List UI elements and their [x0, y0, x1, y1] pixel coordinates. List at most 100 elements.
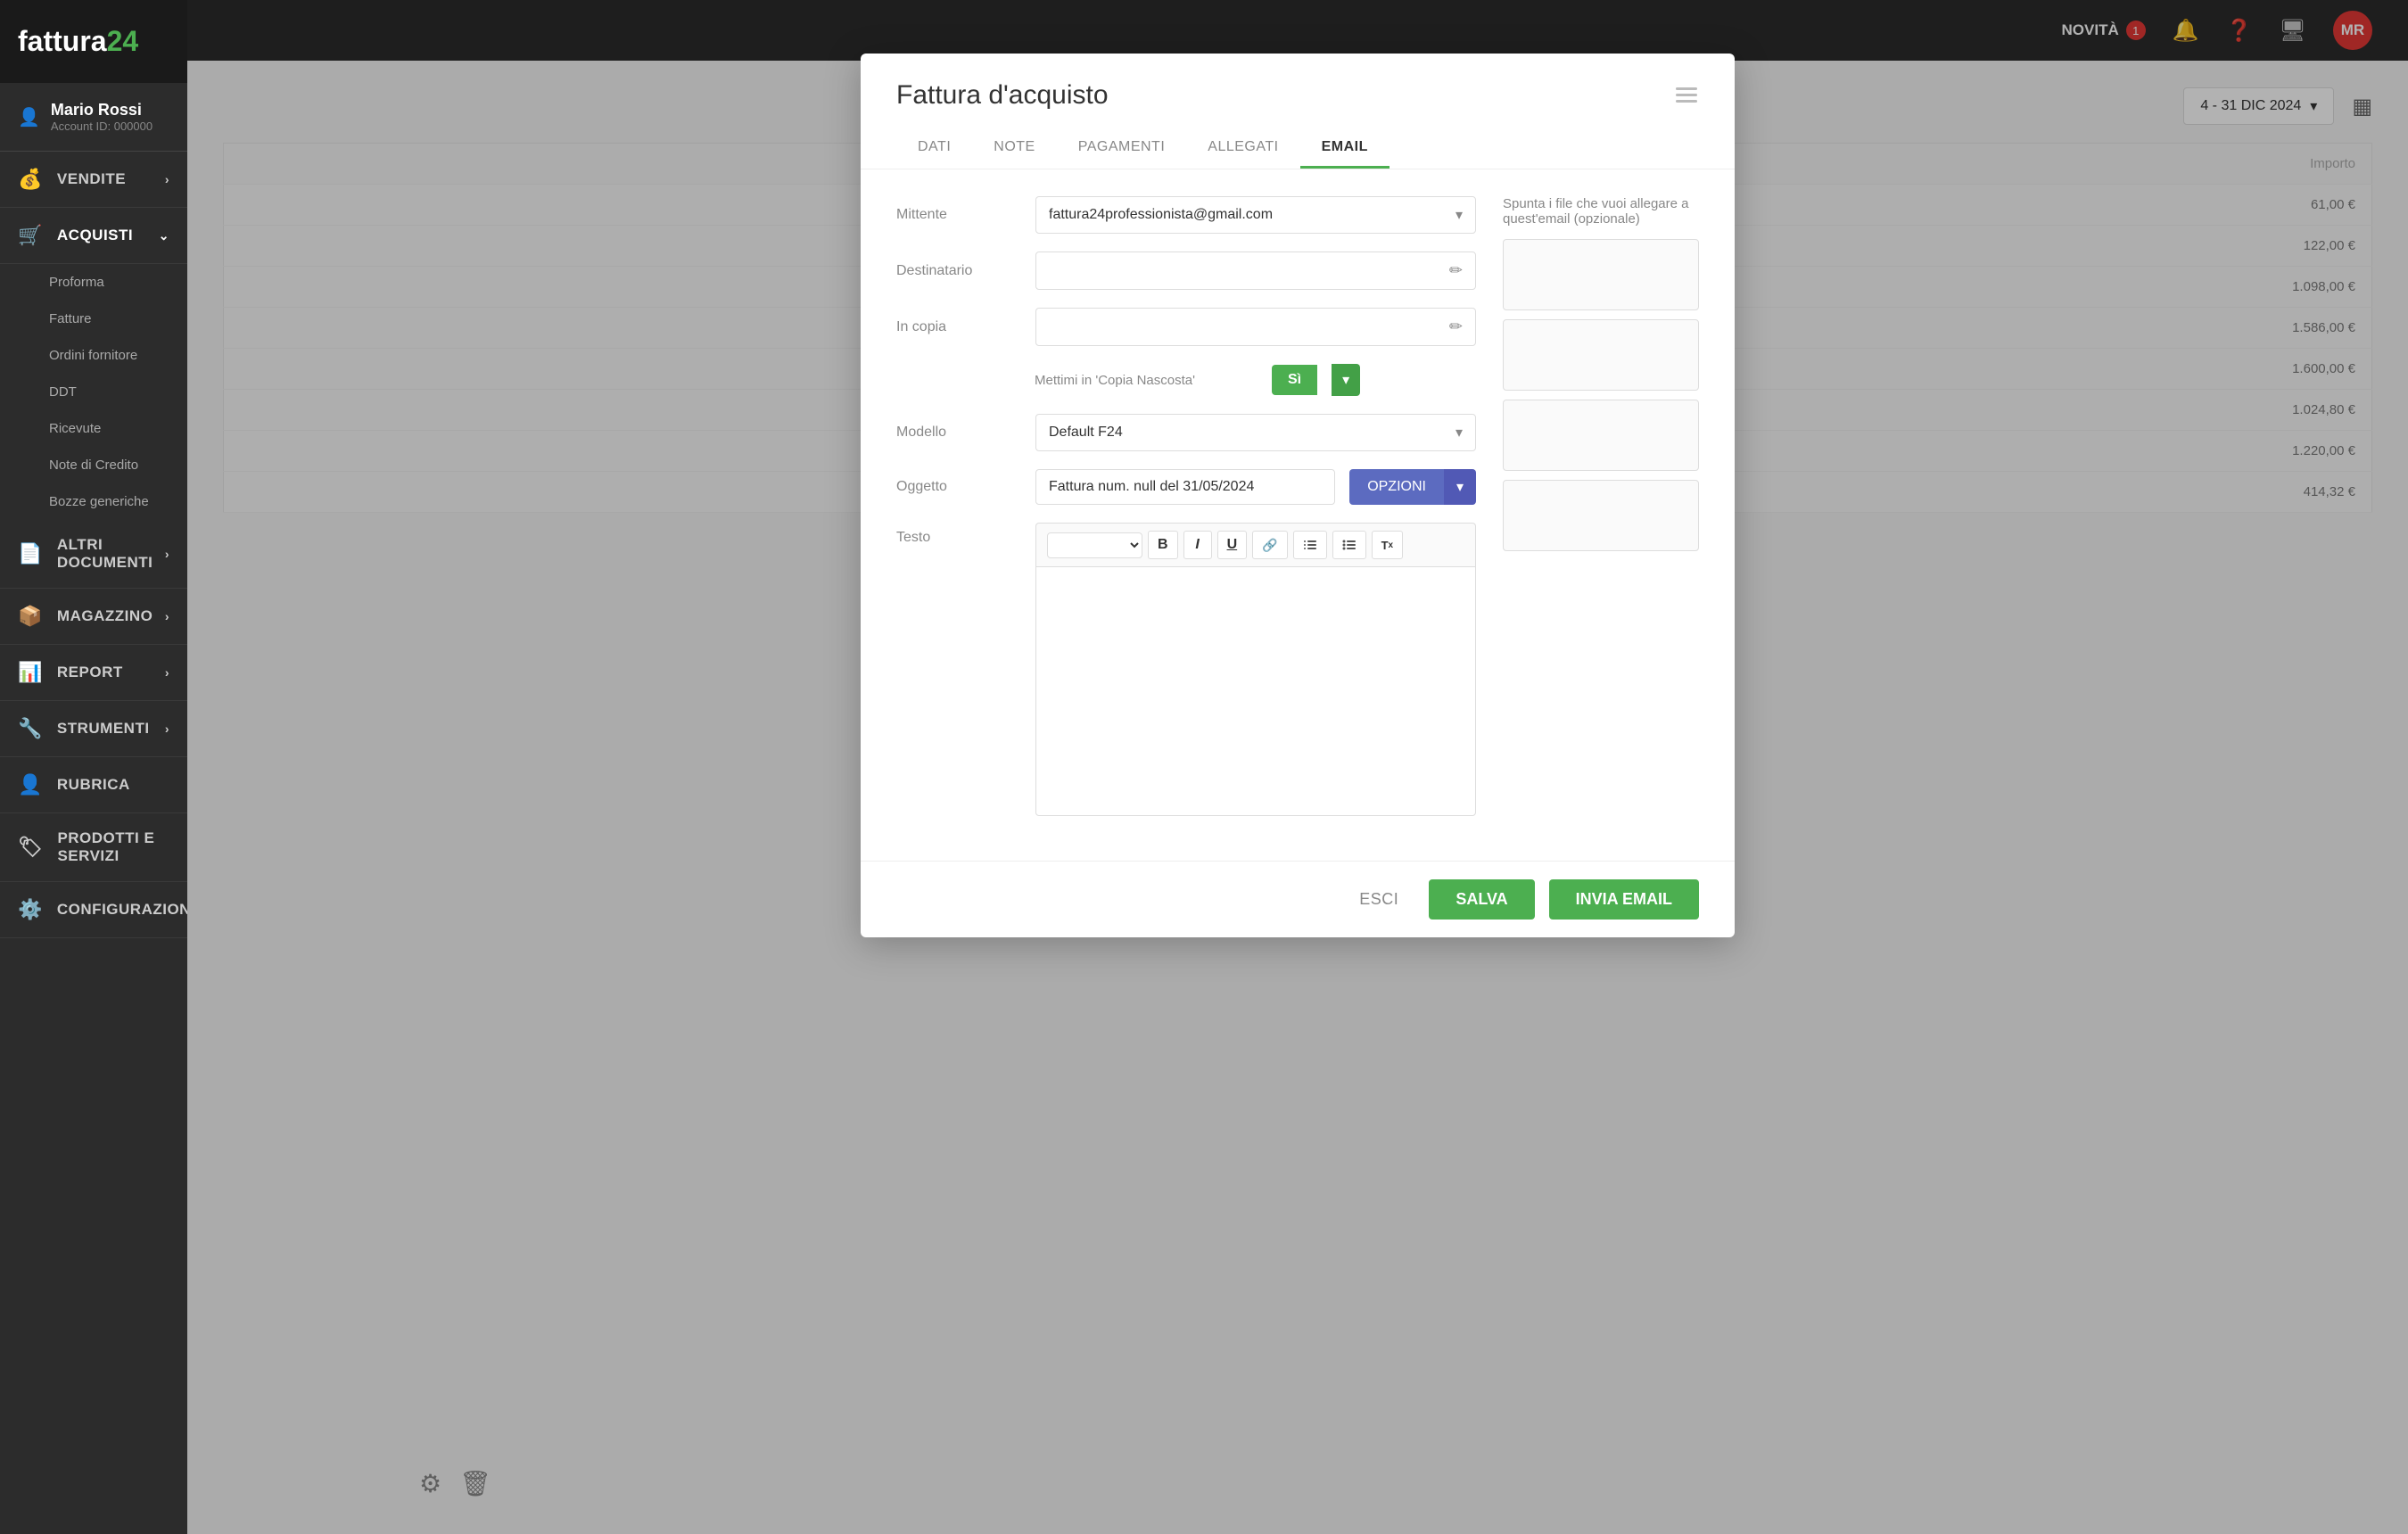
modello-value: Default F24 — [1049, 425, 1123, 441]
clear-format-button[interactable]: Tx — [1372, 531, 1404, 559]
sidebar-item-rubrica[interactable]: 👤 RUBRICA — [0, 757, 187, 813]
esci-button[interactable]: ESCI — [1343, 881, 1414, 918]
testo-row: Testo Normal Heading 1 Heading 2 Heading… — [896, 523, 1476, 816]
chevron-right-icon: › — [165, 609, 169, 623]
sidebar-item-fatture[interactable]: Fatture — [0, 301, 187, 337]
oggetto-label: Oggetto — [896, 479, 1021, 495]
link-button[interactable]: 🔗 — [1252, 531, 1287, 559]
oggetto-row: Oggetto OPZIONI ▾ — [896, 469, 1476, 505]
opzioni-button[interactable]: OPZIONI — [1349, 469, 1444, 505]
modello-select[interactable]: Default F24 ▾ — [1035, 414, 1476, 451]
mittente-row: Mittente fattura24professionista@gmail.c… — [896, 196, 1476, 234]
edit-icon[interactable]: ✏ — [1449, 261, 1463, 280]
main-area: NOVITÀ 1 🔔 ❓ 🖥 MR 4 - 31 DIC 2024 ▾ ▦ — [187, 0, 2408, 1534]
form-section: Mittente fattura24professionista@gmail.c… — [896, 196, 1476, 834]
mittente-select[interactable]: fattura24professionista@gmail.com ▾ — [1035, 196, 1476, 234]
in-copia-input[interactable] — [1049, 319, 1449, 335]
sidebar-item-label: CONFIGURAZIONE — [57, 901, 202, 919]
format-select[interactable]: Normal Heading 1 Heading 2 Heading 3 — [1047, 532, 1142, 558]
report-icon: 📊 — [18, 661, 43, 684]
sidebar-item-acquisti[interactable]: 🛒 ACQUISTI ⌄ — [0, 208, 187, 264]
bold-button[interactable]: B — [1148, 531, 1178, 559]
ordered-list-button[interactable] — [1293, 531, 1327, 559]
modal-title: Fattura d'acquisto — [896, 80, 1390, 111]
sidebar-item-altri-documenti[interactable]: 📄 ALTRI DOCUMENTI › — [0, 520, 187, 589]
tab-dati[interactable]: DATI — [896, 128, 972, 169]
testo-editor-wrapper: Normal Heading 1 Heading 2 Heading 3 B I… — [1035, 523, 1476, 816]
bcc-row: Mettimi in 'Copia Nascosta' Sì ▾ — [1035, 364, 1476, 396]
destinatario-input[interactable] — [1049, 263, 1449, 279]
configurazione-icon: ⚙️ — [18, 898, 43, 921]
destinatario-input-wrapper: ✏ — [1035, 252, 1476, 290]
sidebar-item-report[interactable]: 📊 REPORT › — [0, 645, 187, 701]
sidebar-item-prodotti[interactable]: 🏷 PRODOTTI E SERVIZI — [0, 813, 187, 882]
logo-container: fattura24 — [0, 0, 187, 83]
chevron-down-icon: ⌄ — [159, 228, 169, 243]
destinatario-label: Destinatario — [896, 263, 1021, 279]
unordered-list-button[interactable] — [1332, 531, 1366, 559]
tab-email[interactable]: EMAIL — [1300, 128, 1390, 169]
modal-tabs: DATI NOTE PAGAMENTI ALLEGATI EMAIL — [896, 128, 1390, 169]
modal-overlay: Fattura d'acquisto DATI NOTE PAGAMENTI A… — [187, 0, 2408, 1534]
magazzino-icon: 📦 — [18, 605, 43, 628]
mittente-label: Mittente — [896, 207, 1021, 223]
allegati-boxes — [1503, 239, 1699, 551]
tab-allegati[interactable]: ALLEGATI — [1186, 128, 1299, 169]
modal-header: Fattura d'acquisto DATI NOTE PAGAMENTI A… — [861, 54, 1735, 169]
sidebar-item-ordini-fornitore[interactable]: Ordini fornitore — [0, 337, 187, 374]
in-copia-row: In copia ✏ — [896, 308, 1476, 346]
allegati-hint: Spunta i file che vuoi allegare a quest'… — [1503, 196, 1699, 227]
close-icon[interactable] — [1674, 84, 1699, 115]
allegati-box-2 — [1503, 319, 1699, 391]
chevron-right-icon: › — [165, 172, 169, 186]
invia-email-button[interactable]: INVIA EMAIL — [1549, 879, 1699, 920]
tab-pagamenti[interactable]: PAGAMENTI — [1057, 128, 1187, 169]
sidebar-item-label: RUBRICA — [57, 776, 130, 794]
sidebar-item-label: MAGAZZINO — [57, 607, 153, 625]
sidebar-item-bozze-generiche[interactable]: Bozze generiche — [0, 483, 187, 520]
sidebar-item-label: STRUMENTI — [57, 720, 150, 738]
underline-button[interactable]: U — [1217, 531, 1248, 559]
sidebar-item-note-credito[interactable]: Note di Credito — [0, 447, 187, 483]
modal-footer: ESCI SALVA INVIA EMAIL — [861, 861, 1735, 937]
modello-row: Modello Default F24 ▾ — [896, 414, 1476, 451]
sidebar-item-configurazione[interactable]: ⚙️ CONFIGURAZIONE › — [0, 882, 187, 938]
strumenti-icon: 🔧 — [18, 717, 43, 740]
sidebar-item-magazzino[interactable]: 📦 MAGAZZINO › — [0, 589, 187, 645]
chevron-right-icon: › — [165, 722, 169, 736]
bcc-toggle-button[interactable]: Sì — [1272, 365, 1317, 395]
edit-icon[interactable]: ✏ — [1449, 318, 1463, 336]
prodotti-icon: 🏷 — [18, 836, 43, 859]
sidebar: fattura24 👤 Mario Rossi Account ID: 0000… — [0, 0, 187, 1534]
sidebar-item-label: ALTRI DOCUMENTI — [57, 536, 165, 572]
acquisti-icon: 🛒 — [18, 224, 43, 247]
sidebar-item-vendite[interactable]: 💰 VENDITE › — [0, 152, 187, 208]
opzioni-arrow-button[interactable]: ▾ — [1444, 469, 1476, 505]
allegati-box-1 — [1503, 239, 1699, 310]
chevron-right-icon: › — [165, 665, 169, 680]
italic-button[interactable]: I — [1183, 531, 1212, 559]
salva-button[interactable]: SALVA — [1429, 879, 1534, 920]
testo-toolbar: Normal Heading 1 Heading 2 Heading 3 B I… — [1035, 523, 1476, 566]
sidebar-item-ricevute[interactable]: Ricevute — [0, 410, 187, 447]
sidebar-item-strumenti[interactable]: 🔧 STRUMENTI › — [0, 701, 187, 757]
user-info: 👤 Mario Rossi Account ID: 000000 — [0, 83, 187, 152]
allegati-panel: Spunta i file che vuoi allegare a quest'… — [1503, 196, 1699, 834]
testo-editor[interactable] — [1035, 566, 1476, 816]
altri-documenti-icon: 📄 — [18, 542, 43, 565]
modello-label: Modello — [896, 425, 1021, 441]
sidebar-item-ddt[interactable]: DDT — [0, 374, 187, 410]
allegati-box-4 — [1503, 480, 1699, 551]
user-icon: 👤 — [18, 106, 40, 128]
sidebar-item-label: PRODOTTI E SERVIZI — [57, 829, 169, 865]
sidebar-item-proforma[interactable]: Proforma — [0, 264, 187, 301]
oggetto-input[interactable] — [1035, 469, 1335, 505]
bcc-toggle-arrow-button[interactable]: ▾ — [1332, 364, 1360, 396]
tab-note[interactable]: NOTE — [972, 128, 1056, 169]
chevron-down-icon: ▾ — [1456, 206, 1463, 224]
opzioni-label: OPZIONI — [1367, 479, 1426, 495]
bcc-label: Mettimi in 'Copia Nascosta' — [1035, 373, 1258, 388]
user-name: Mario Rossi — [51, 101, 153, 120]
vendite-icon: 💰 — [18, 168, 43, 191]
sidebar-item-label: REPORT — [57, 664, 123, 681]
